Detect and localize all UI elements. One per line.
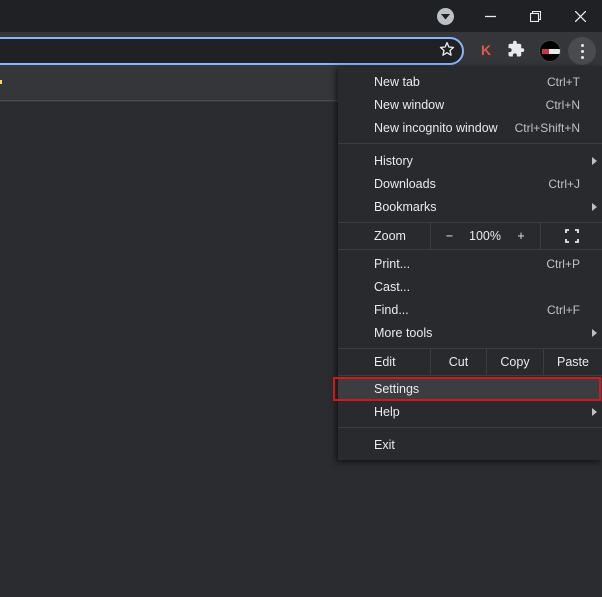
menu-item-label: New incognito window (374, 121, 498, 135)
menu-item-label: Print... (374, 257, 411, 271)
fullscreen-icon (564, 229, 579, 243)
menu-separator (338, 249, 602, 250)
copy-button[interactable]: Copy (486, 349, 543, 375)
menu-item-edit: Edit Cut Copy Paste (338, 349, 602, 375)
menu-item-cast[interactable]: Cast... (338, 276, 602, 299)
restore-button[interactable] (512, 0, 558, 32)
menu-item-new-tab[interactable]: New tab Ctrl+T (338, 71, 602, 94)
menu-item-find[interactable]: Find... Ctrl+F (338, 299, 602, 322)
submenu-arrow-icon (592, 157, 597, 165)
menu-separator (338, 143, 602, 144)
chevron-down-icon (441, 13, 450, 19)
fullscreen-button[interactable] (540, 223, 602, 249)
menu-item-more-tools[interactable]: More tools (338, 322, 602, 345)
menu-separator (338, 375, 602, 376)
menu-item-label: Help (374, 405, 400, 419)
menu-item-shortcut: Ctrl+T (547, 75, 580, 89)
extensions-button[interactable] (507, 40, 527, 60)
menu-item-label: Cast... (374, 280, 411, 294)
menu-item-shortcut: Ctrl+P (546, 257, 580, 271)
menu-item-shortcut: Ctrl+J (548, 177, 580, 191)
menu-separator (338, 427, 602, 428)
menu-item-label: New window (374, 98, 445, 112)
chrome-menu-button[interactable] (568, 37, 596, 65)
menu-item-shortcut: Ctrl+Shift+N (514, 121, 580, 135)
menu-item-zoom: Zoom − 100% + (338, 223, 602, 249)
menu-item-label: Downloads (374, 177, 436, 191)
menu-item-label: Edit (374, 355, 396, 369)
menu-item-label: Find... (374, 303, 409, 317)
extension-k-button[interactable]: K (477, 40, 495, 60)
menu-item-bookmarks[interactable]: Bookmarks (338, 196, 602, 219)
bookmark-star-button[interactable] (437, 38, 457, 60)
menu-item-new-incognito-window[interactable]: New incognito window Ctrl+Shift+N (338, 117, 602, 140)
address-bar[interactable] (0, 37, 464, 65)
menu-item-label: More tools (374, 326, 433, 340)
zoom-level: 100% (469, 229, 501, 243)
menu-item-shortcut: Ctrl+F (547, 303, 580, 317)
zoom-out-button[interactable]: − (430, 223, 468, 249)
paste-button[interactable]: Paste (543, 349, 602, 375)
avatar-image (542, 49, 560, 54)
menu-item-label: Bookmarks (374, 200, 437, 214)
minimize-icon (484, 15, 496, 17)
bookmark-item-edge[interactable] (0, 80, 2, 84)
settings-highlight-box (333, 377, 601, 401)
menu-item-print[interactable]: Print... Ctrl+P (338, 253, 602, 276)
close-window-button[interactable] (557, 0, 602, 32)
submenu-arrow-icon (592, 329, 597, 337)
menu-item-history[interactable]: History (338, 150, 602, 173)
menu-item-help[interactable]: Help (338, 401, 602, 424)
menu-item-label: New tab (374, 75, 420, 89)
minimize-button[interactable] (467, 0, 513, 32)
menu-item-exit[interactable]: Exit (338, 434, 602, 457)
profile-avatar[interactable] (539, 40, 561, 62)
menu-item-downloads[interactable]: Downloads Ctrl+J (338, 173, 602, 196)
cut-button[interactable]: Cut (430, 349, 486, 375)
tab-search-button[interactable] (437, 8, 454, 25)
title-bar (0, 0, 602, 32)
close-icon (574, 10, 586, 22)
menu-item-shortcut: Ctrl+N (545, 98, 580, 112)
menu-item-label: Zoom (374, 229, 406, 243)
restore-icon (529, 10, 541, 22)
menu-item-label: Exit (374, 438, 395, 452)
zoom-in-button[interactable]: + (502, 223, 540, 249)
submenu-arrow-icon (592, 203, 597, 211)
submenu-arrow-icon (592, 408, 597, 416)
menu-item-new-window[interactable]: New window Ctrl+N (338, 94, 602, 117)
star-icon (439, 42, 455, 56)
puzzle-icon (508, 40, 525, 57)
menu-item-label: History (374, 154, 413, 168)
